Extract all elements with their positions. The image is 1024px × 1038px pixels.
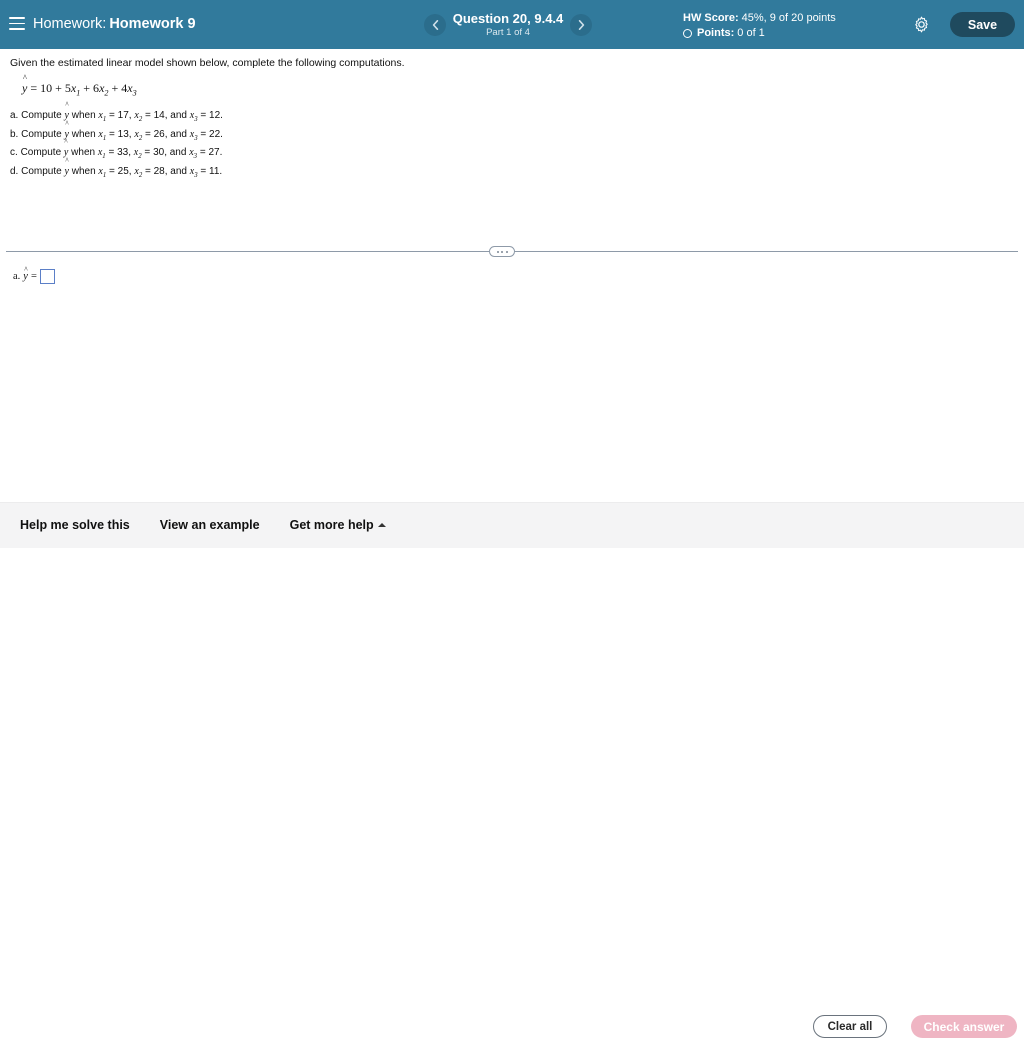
section-divider <box>0 246 1024 258</box>
dot <box>501 250 503 253</box>
part-text-pre: Compute <box>21 165 62 177</box>
score-summary: HW Score: 45%, 9 of 20 points Points: 0 … <box>683 11 836 41</box>
part-x1-value: 25 <box>117 165 129 177</box>
points-label: Points: <box>697 27 735 39</box>
dot <box>505 250 508 253</box>
problem-part-c: c. Compute y when x1 = 33, x2 = 30, and … <box>10 144 223 163</box>
equation-body: = 10 + 5x1 + 6x2 + 4x3 <box>30 81 137 98</box>
problem-part-b: b. Compute y when x1 = 13, x2 = 26, and … <box>10 126 223 145</box>
part-text-mid: when <box>71 165 96 177</box>
part-x2-value: 30 <box>153 147 165 158</box>
hamburger-bar <box>9 22 25 25</box>
question-navigator: Question 20, 9.4.4 Part 1 of 4 <box>424 7 592 42</box>
part-x3-value: 27. <box>208 147 223 158</box>
check-answer-button[interactable]: Check answer <box>911 1015 1017 1038</box>
page-title: Homework: Homework 9 <box>33 16 196 32</box>
hamburger-bar <box>9 28 25 30</box>
part-text-mid: when <box>71 110 96 121</box>
previous-question-button[interactable] <box>424 13 446 36</box>
answer-equals: = <box>30 271 37 282</box>
dot <box>496 250 499 253</box>
caret-up-icon <box>377 523 386 527</box>
part-letter: c. <box>10 147 18 158</box>
part-x1-value: 17 <box>117 110 129 121</box>
get-more-help-link[interactable]: Get more help <box>290 518 386 532</box>
model-equation: y = 10 + 5x1 + 6x2 + 4x3 <box>22 81 137 97</box>
part-text-mid: when <box>71 128 96 140</box>
footer-toolbar: Help me solve this View an example Get m… <box>0 502 1024 1038</box>
answer-row-a: a. y = <box>13 269 55 284</box>
question-part-label: Part 1 of 4 <box>486 26 530 38</box>
circle-outline-icon <box>683 29 692 38</box>
y-hat-symbol: y <box>22 81 27 96</box>
chevron-right-icon <box>578 19 584 30</box>
problem-prompt: Given the estimated linear model shown b… <box>10 57 405 69</box>
app-header: Homework: Homework 9 Question 20, 9.4.4 P… <box>0 0 1024 49</box>
hw-score-row: HW Score: 45%, 9 of 20 points <box>683 11 836 26</box>
help-me-solve-this-link[interactable]: Help me solve this <box>20 518 130 532</box>
question-title: Question 20, 9.4.4 <box>452 10 564 26</box>
part-letter: d. <box>10 165 19 177</box>
y-hat-symbol: y <box>64 163 68 182</box>
clear-all-button[interactable]: Clear all <box>813 1015 887 1038</box>
help-links-group: Help me solve this View an example Get m… <box>20 518 386 532</box>
help-me-solve-this-label: Help me solve this <box>20 518 130 532</box>
part-x3-value: 11. <box>209 165 223 177</box>
points-row: Points: 0 of 1 <box>683 26 836 41</box>
question-label-group: Question 20, 9.4.4 Part 1 of 4 <box>446 11 570 39</box>
part-text-pre: Compute <box>21 110 62 121</box>
part-x2-value: 28 <box>153 165 165 177</box>
part-text-pre: Compute <box>20 147 62 158</box>
points-value: 0 of 1 <box>737 27 765 39</box>
page-title-value: Homework 9 <box>109 16 196 32</box>
hamburger-bar <box>9 17 25 19</box>
answer-input[interactable] <box>39 269 55 284</box>
part-x1-value: 13 <box>117 128 129 140</box>
part-text-pre: Compute <box>21 128 62 140</box>
hamburger-menu-icon[interactable] <box>9 17 25 30</box>
part-letter: b. <box>10 128 19 140</box>
part-letter: a. <box>10 110 19 121</box>
chevron-left-icon <box>432 19 438 30</box>
save-button[interactable]: Save <box>950 12 1015 37</box>
page-title-label: Homework: <box>33 16 107 32</box>
part-text-mid: when <box>71 147 96 158</box>
hw-score-value: 45%, 9 of 20 points <box>741 12 836 24</box>
problem-parts-list: a. Compute y when x1 = 17, x2 = 14, and … <box>10 107 223 181</box>
next-question-button[interactable] <box>570 13 592 36</box>
part-x3-value: 12. <box>209 110 223 121</box>
part-x3-value: 22. <box>209 128 223 140</box>
hw-score-label: HW Score: <box>683 12 739 24</box>
view-an-example-link[interactable]: View an example <box>160 518 260 532</box>
part-x2-value: 14 <box>153 110 165 121</box>
gear-icon[interactable] <box>913 16 930 33</box>
get-more-help-label: Get more help <box>289 518 374 532</box>
ellipsis-collapse-handle-icon[interactable] <box>489 246 515 257</box>
problem-part-d: d. Compute y when x1 = 25, x2 = 28, and … <box>10 163 223 182</box>
y-hat-symbol: y <box>23 271 28 282</box>
part-x1-value: 33 <box>117 147 129 158</box>
answer-letter: a. <box>13 271 21 282</box>
part-x2-value: 26 <box>153 128 165 140</box>
problem-part-a: a. Compute y when x1 = 17, x2 = 14, and … <box>10 107 223 126</box>
view-an-example-label: View an example <box>159 518 260 532</box>
